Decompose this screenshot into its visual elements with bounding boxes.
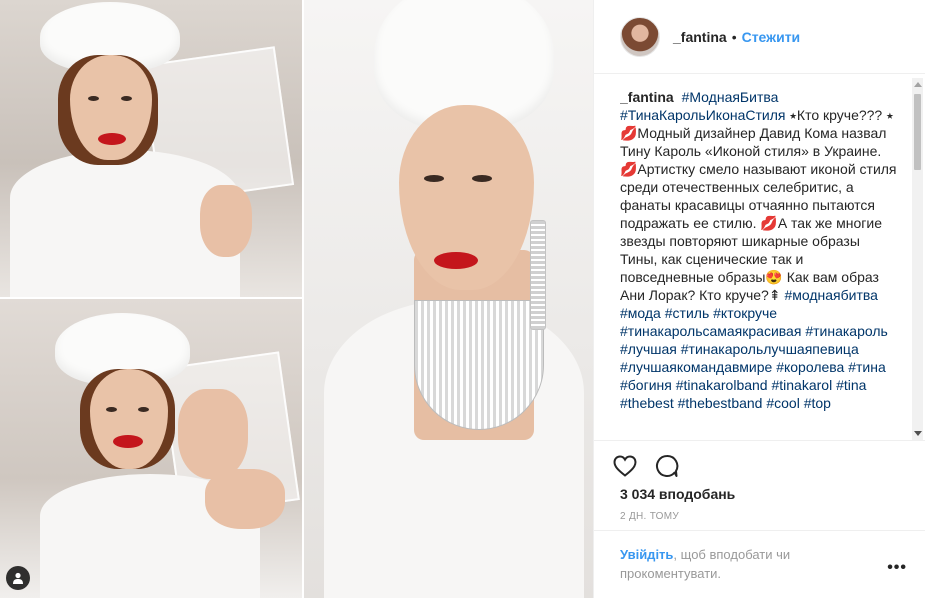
hashtag-link[interactable]: #лучшаякомандавмире (620, 359, 772, 375)
hashtag-link[interactable]: #богиня (620, 377, 672, 393)
photo-top-left (0, 0, 302, 297)
caption-area: _fantina #МоднаяБитва #ТинаКарольИконаСт… (620, 88, 900, 438)
caption-scrollbar[interactable] (912, 78, 923, 440)
post-photo-collage[interactable] (0, 0, 593, 598)
hashtag-link[interactable]: #ТинаКарольИконаСтиля (620, 107, 785, 123)
eye-right (138, 407, 149, 412)
hashtag-link[interactable]: #моднаябитва (784, 287, 877, 303)
hashtag-link[interactable]: #МоднаяБитва (682, 89, 779, 105)
hand (205, 469, 285, 529)
username-link[interactable]: _fantina (673, 29, 727, 45)
likes-count[interactable]: 3 034 вподобань (620, 486, 735, 502)
action-icons (612, 453, 680, 479)
hashtag-link[interactable]: #ктокруче (713, 305, 777, 321)
hashtag-link[interactable]: #королева (776, 359, 844, 375)
red-lips (98, 133, 126, 145)
follow-button[interactable]: Стежити (742, 29, 801, 45)
login-prompt-text: Увійдіть, щоб вподобати чи прокоментуват… (620, 545, 835, 583)
heart-icon[interactable] (612, 453, 638, 479)
hashtag-link[interactable]: #лучшая (620, 341, 677, 357)
hashtag-link[interactable]: #tinakarolband (676, 377, 768, 393)
caption-text: #МоднаяБитва #ТинаКарольИконаСтиля ⭑Кто … (620, 89, 897, 411)
caption-author[interactable]: _fantina (620, 89, 674, 105)
hashtag-link[interactable]: #тина (848, 359, 886, 375)
header-separator: • (731, 28, 737, 45)
comment-icon[interactable] (654, 453, 680, 479)
hashtag-link[interactable]: #тинакарольсамаякрасивая (620, 323, 801, 339)
avatar[interactable] (620, 16, 660, 57)
photo-main (304, 0, 593, 598)
hashtag-link[interactable]: #тинакарольлучшаяпевица (681, 341, 859, 357)
instagram-post: _fantina • Стежити _fantina #МоднаяБитва… (0, 0, 925, 598)
hashtag-link[interactable]: #thebest (620, 395, 674, 411)
hashtag-link[interactable]: #стиль (665, 305, 709, 321)
login-link[interactable]: Увійдіть (620, 547, 673, 562)
post-side-panel: _fantina • Стежити _fantina #МоднаяБитва… (593, 0, 925, 598)
red-lips (434, 252, 478, 269)
post-header: _fantina • Стежити (594, 0, 925, 74)
post-actions: 3 034 вподобань 2 ДН. ТОМУ (594, 440, 925, 522)
hashtag-link[interactable]: #тинакароль (805, 323, 887, 339)
hashtag-link[interactable]: #thebestband (678, 395, 763, 411)
hashtag-link[interactable]: #tina (836, 377, 866, 393)
eye-left (88, 96, 99, 101)
scrollbar-thumb[interactable] (914, 94, 921, 170)
eye-left (424, 175, 444, 182)
more-options-icon[interactable]: ••• (887, 559, 907, 577)
scroll-down-arrow-icon[interactable] (914, 431, 922, 436)
hashtag-link[interactable]: #tinakarol (771, 377, 832, 393)
hand (200, 185, 252, 257)
login-prompt: Увійдіть, щоб вподобати чи прокоментуват… (594, 530, 925, 598)
eye-left (106, 407, 117, 412)
red-lips (113, 435, 143, 448)
photo-bottom-left (0, 299, 302, 598)
scroll-up-arrow-icon[interactable] (914, 82, 922, 87)
hand (178, 389, 248, 479)
diamond-necklace (414, 300, 544, 430)
eye-right (121, 96, 132, 101)
hashtag-link[interactable]: #top (804, 395, 831, 411)
hashtag-link[interactable]: #cool (766, 395, 799, 411)
post-timestamp[interactable]: 2 ДН. ТОМУ (620, 511, 679, 522)
eye-right (472, 175, 492, 182)
caption-text-segment: ⭑Кто круче??? ⭑ 💋Модный дизайнер Давид К… (620, 107, 897, 303)
hashtag-link[interactable]: #мода (620, 305, 661, 321)
user-tag-icon[interactable] (6, 566, 30, 590)
chandelier-earring (530, 220, 546, 330)
